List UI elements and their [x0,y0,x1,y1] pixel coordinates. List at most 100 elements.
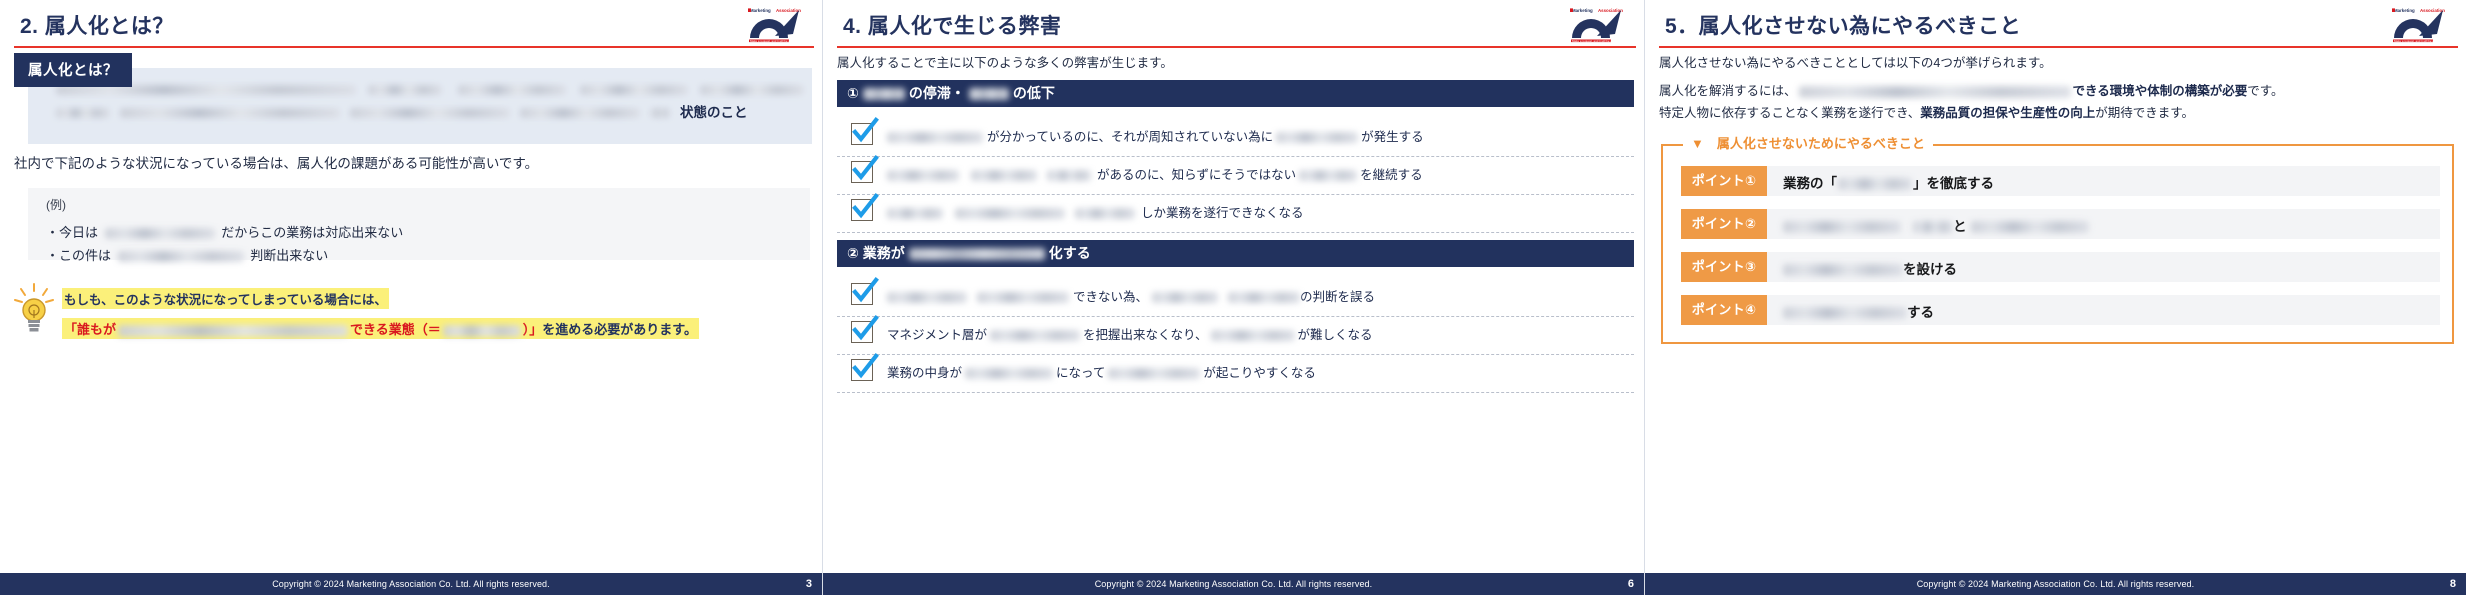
section-header-2: ② 業務が 化する [837,240,1634,267]
redacted-text [1970,221,2089,234]
slide-footer: Copyright © 2024 Marketing Association C… [823,573,1644,595]
page-number: 6 [1627,578,1634,590]
slide-panel-2[interactable]: 2. 属人化とは？ Marketing Association Make a r… [0,0,822,595]
tip-line-1: もしも、このような状況になってしまっている場合には、 [62,288,389,309]
checklist-row[interactable]: マネジメント層が を把握出来なくなり、 が難しくなる [837,315,1634,355]
section-header-1: ① の停滞・ の低下 [837,80,1634,107]
paragraph-2-tail: が期待できます。 [2095,106,2195,120]
redacted-text [1210,330,1295,342]
checklist-row[interactable]: できない為、 の判断を誤る [837,277,1634,317]
title-divider [837,46,1636,48]
checklist-text: できない為、 の判断を誤る [887,286,1375,305]
paragraph-1-tail: です。 [2247,84,2284,98]
tip-callout: もしも、このような状況になってしまっている場合には、 「誰もが できる業態（＝ ）」… [62,288,822,339]
paragraph-2-bold: 業務品質の担保や生産性の向上 [1920,106,2096,120]
list-item: ・今日は だからこの業務は対応出来ない [46,222,403,241]
definition-panel: 状態のこと [28,68,812,144]
redacted-text [368,85,442,95]
redacted-text [1276,132,1359,144]
page-number: 8 [2449,578,2456,590]
checklist-lead: マネジメント層が [887,328,988,342]
definition-tail-text: 状態のこと [680,105,748,120]
marketing-association-logo-icon: Marketing Association Make a request, an… [2374,4,2452,44]
point-row[interactable]: ポイント① 業務の「 」を徹底する [1681,166,2440,196]
redacted-text [350,108,510,118]
checkbox-checked-icon[interactable] [851,353,879,381]
checklist-row[interactable]: が分かっているのに、それが周知されていない為に が発生する [837,117,1634,157]
redacted-text [887,132,983,144]
point-text-post: 」を徹底する [1913,176,1994,191]
situation-note: 社内で下記のような状況になっている場合は、属人化の課題がある可能性が高いです。 [14,156,539,171]
redacted-text [1838,178,1912,191]
checklist-row[interactable]: があるのに、知らずにそうではない を継続する [837,155,1634,195]
tip-middle: できる業態（＝ [350,322,441,337]
checklist-mid: が分かっているのに、それが周知されていない為に [987,130,1274,144]
tip-open-quote: 「誰もが [64,322,117,337]
svg-text:Marketing: Marketing [750,8,771,13]
marketing-association-logo-icon: Marketing Association Make a request, an… [730,4,808,44]
checkbox-checked-icon[interactable] [851,117,879,145]
tip-line-2: 「誰もが できる業態（＝ ）」を進める必要があります。 [62,318,699,339]
point-badge: ポイント④ [1681,295,1767,325]
svg-text:Marketing: Marketing [1572,8,1593,13]
checklist-lead: 業務の中身が [887,366,963,380]
bullet-suffix: 判断出来ない [250,248,329,263]
checkbox-checked-icon[interactable] [851,193,879,221]
redacted-text [1152,292,1219,304]
footer-copyright: Copyright © 2024 Marketing Association C… [1094,579,1373,589]
redacted-text [908,248,1045,261]
title-divider [14,46,814,48]
checklist-row[interactable]: しか業務を遂行できなくなる [837,193,1634,233]
svg-text:Marketing: Marketing [2394,8,2415,13]
checklist-tail: が難しくなる [1297,328,1373,342]
point-badge: ポイント③ [1681,252,1767,282]
checklist-mid: を把握出来なくなり、 [1083,328,1208,342]
redacted-text [965,368,1054,380]
slide-footer: Copyright © 2024 Marketing Association C… [1645,573,2466,595]
checklist-row[interactable]: 業務の中身が になって が起こりやすくなる [837,353,1634,393]
redacted-text [118,324,349,337]
checklist-mid: になって [1056,366,1106,380]
section-lead-text: 属人化することで主に以下のような多くの弊害が生じます。 [837,56,1173,70]
tip-close-quote: ）」 [522,322,543,337]
redacted-text [1299,170,1358,182]
redacted-text [458,85,566,95]
point-text: を設ける [1783,258,1957,278]
example-label: (例) [46,198,66,212]
section-lead-text: 属人化させない為にやるべきこととしては以下の4つが挙げられます。 [1659,56,2052,70]
svg-text:Make a request, and it will be: Make a request, and it will be delivered [2394,39,2444,43]
point-text-pre: 業務の「 [1783,176,1837,191]
point-row[interactable]: ポイント② と [1681,209,2440,239]
redacted-text [650,108,670,118]
point-text: する [1783,301,1934,321]
point-text: 業務の「 」を徹底する [1783,172,1994,192]
checklist-text: があるのに、知らずにそうではない を継続する [887,164,1423,183]
checklist-tail: が起こりやすくなる [1203,366,1316,380]
checklist-tail: が発生する [1361,130,1424,144]
slide-panel-4[interactable]: 4. 属人化で生じる弊害 Marketing Association Make … [822,0,1644,595]
redacted-text [887,208,943,220]
redacted-text [1783,307,1907,320]
checklist-mid: があるのに、知らずにそうではない [1097,168,1297,182]
redacted-text [955,208,1065,220]
redacted-text [1108,368,1201,380]
slide-footer: Copyright © 2024 Marketing Association C… [0,573,822,595]
checkbox-checked-icon[interactable] [851,155,879,183]
paragraph-2: 特定人物に依存することなく業務を遂行でき、業務品質の担保や生産性の向上が期待でき… [1659,102,2194,121]
paragraph-2-pre: 特定人物に依存することなく業務を遂行でき、 [1659,106,1921,120]
paragraph-1: 属人化を解消するには、 できる環境や体制の構築が必要です。 [1659,80,2284,99]
slide-panel-5[interactable]: 5．属人化させない為にやるべきこと Marketing Association … [1644,0,2466,595]
checklist-text: が分かっているのに、それが周知されていない為に が発生する [887,126,1424,145]
svg-text:Make a request, and it will be: Make a request, and it will be delivered [750,39,800,43]
checklist-mid: できない為、 [1073,290,1149,304]
checkbox-checked-icon[interactable] [851,315,879,343]
point-row[interactable]: ポイント④ する [1681,295,2440,325]
point-row[interactable]: ポイント③ を設ける [1681,252,2440,282]
redacted-text [117,251,244,263]
bullet-suffix: だからこの業務は対応出来ない [221,225,404,240]
checkbox-checked-icon[interactable] [851,277,879,305]
redacted-text [1783,264,1903,277]
section-heading-mid: の停滞・ [908,85,965,101]
redacted-text [1228,292,1301,304]
tip-tail: を進める必要があります。 [542,322,697,337]
